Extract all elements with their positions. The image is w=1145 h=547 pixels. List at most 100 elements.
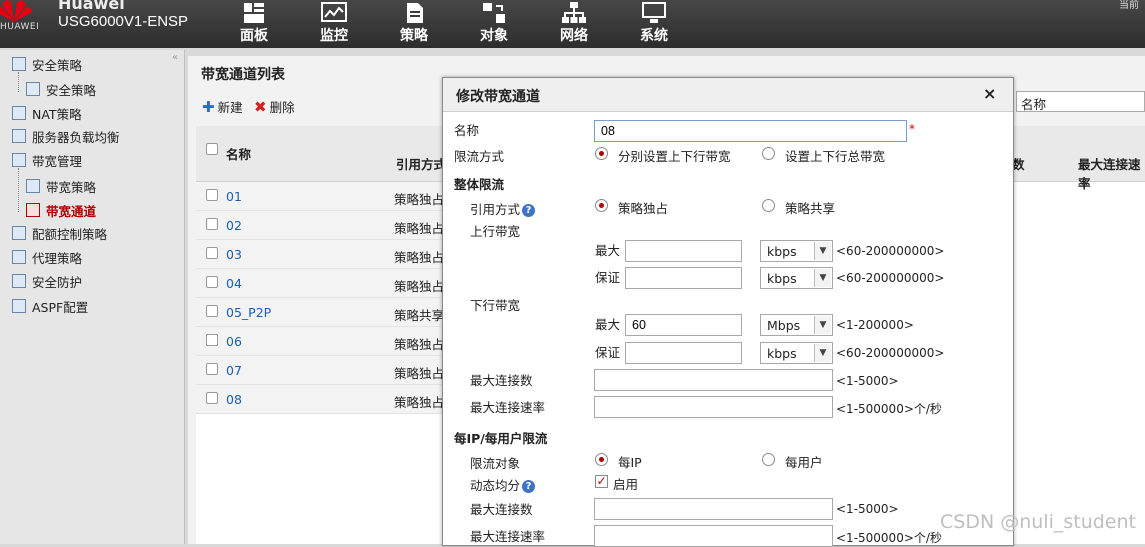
top-right-text[interactable]: 当前 — [1119, 0, 1139, 11]
target-per-ip-label[interactable]: 每IP — [618, 452, 642, 471]
select-all-checkbox[interactable] — [206, 143, 218, 155]
collapse-sidebar-icon[interactable]: « — [172, 52, 178, 63]
up-guarantee-hint: <60-200000000> — [836, 271, 945, 285]
up-max-unit-select[interactable]: kbps ▼ — [760, 240, 833, 262]
sidebar-item-nat[interactable]: NAT策略 — [12, 103, 82, 123]
row-name-link[interactable]: 06 — [226, 334, 242, 349]
row-checkbox[interactable] — [206, 363, 218, 375]
down-max-unit-select[interactable]: Mbps ▼ — [760, 314, 833, 336]
nav-object[interactable]: 对象 — [464, 0, 524, 48]
nav-label: 监控 — [320, 28, 348, 44]
row-checkbox[interactable] — [206, 218, 218, 230]
nav-label: 策略 — [400, 28, 428, 44]
row-checkbox[interactable] — [206, 334, 218, 346]
table-row[interactable]: 08 策略独占 — [196, 385, 446, 414]
table-row[interactable]: 02 策略独占 — [196, 211, 446, 240]
ref-exclusive-radio[interactable] — [595, 199, 608, 212]
target-per-user-label[interactable]: 每用户 — [785, 452, 823, 471]
name-input[interactable] — [594, 120, 907, 142]
column-header-ref[interactable]: 引用方式 — [396, 154, 446, 173]
limit-mode-total-radio[interactable] — [762, 147, 775, 160]
target-per-user-radio[interactable] — [762, 453, 775, 466]
sidebar-item-bandwidth-channel[interactable]: 带宽通道 — [26, 200, 96, 220]
column-header-max-rate[interactable]: 最大连接速率 — [1078, 154, 1145, 192]
up-guarantee-label: 保证 — [595, 270, 621, 285]
row-name-link[interactable]: 05_P2P — [226, 305, 271, 320]
sidebar-item-slb[interactable]: 服务器负载均衡 — [12, 126, 120, 146]
row-name-link[interactable]: 08 — [226, 392, 242, 407]
limit-mode-total-label[interactable]: 设置上下行总带宽 — [785, 146, 885, 165]
per-max-rate-hint: <1-500000>个/秒 — [836, 531, 942, 545]
search-field-select[interactable]: 名称 — [1016, 91, 1145, 112]
top-bar: HUAWEI Huawei USG6000V1-ENSP 面板 监控 策略 对象 — [0, 0, 1145, 48]
dialog-title: 修改带宽通道 — [456, 89, 540, 105]
ref-exclusive-label[interactable]: 策略独占 — [618, 198, 668, 217]
nav-network[interactable]: 网络 — [544, 0, 604, 48]
sidebar-item-bandwidth[interactable]: 带宽管理 — [12, 150, 82, 170]
up-guarantee-unit-select[interactable]: kbps ▼ — [760, 267, 833, 289]
overall-section-title: 整体限流 — [454, 177, 505, 192]
down-guarantee-label: 保证 — [595, 345, 621, 360]
sidebar-item-aspf[interactable]: ASPF配置 — [12, 296, 88, 316]
sidebar-item-security-policy-sub[interactable]: 安全策略 — [26, 79, 96, 99]
sidebar-item-security-policy[interactable]: 安全策略 — [12, 54, 82, 74]
sidebar-item-security-protection[interactable]: 安全防护 — [12, 271, 82, 291]
tree-line — [18, 168, 19, 212]
nav-dashboard[interactable]: 面板 — [224, 0, 284, 48]
dashboard-icon — [244, 3, 264, 23]
up-max-unit-value: kbps — [767, 244, 797, 259]
table-row[interactable]: 01 策略独占 — [196, 182, 446, 211]
max-rate-input[interactable] — [594, 396, 833, 418]
dynamic-share-checkbox[interactable]: ✓ — [595, 475, 608, 488]
sidebar-item-quota[interactable]: 配额控制策略 — [12, 223, 107, 243]
down-guarantee-unit-select[interactable]: kbps ▼ — [760, 342, 833, 364]
help-icon[interactable]: ? — [522, 480, 536, 493]
row-ref: 策略独占 — [394, 250, 445, 265]
table-row[interactable]: 04 策略独占 — [196, 269, 446, 298]
nav-monitor[interactable]: 监控 — [304, 0, 364, 48]
new-button[interactable]: ✚ 新建 — [202, 97, 243, 116]
row-checkbox[interactable] — [206, 276, 218, 288]
down-max-hint: <1-200000> — [836, 318, 914, 332]
row-name-link[interactable]: 02 — [226, 218, 242, 233]
row-checkbox[interactable] — [206, 189, 218, 201]
nav-policy[interactable]: 策略 — [384, 0, 444, 48]
network-icon — [562, 2, 586, 23]
max-conn-input[interactable] — [594, 369, 833, 391]
per-ip-section-title: 每IP/每用户限流 — [454, 431, 548, 446]
logo-text: HUAWEI — [0, 22, 40, 32]
table-row[interactable]: 05_P2P 策略共享 — [196, 298, 446, 327]
row-name-link[interactable]: 01 — [226, 189, 242, 204]
object-icon — [483, 3, 505, 23]
row-name-link[interactable]: 03 — [226, 247, 242, 262]
page-title: 带宽通道列表 — [201, 67, 285, 83]
column-header-name[interactable]: 名称 — [226, 144, 251, 163]
row-name-link[interactable]: 04 — [226, 276, 242, 291]
sidebar-item-bandwidth-policy[interactable]: 带宽策略 — [26, 176, 96, 196]
ref-shared-label[interactable]: 策略共享 — [785, 198, 835, 217]
target-per-ip-radio[interactable] — [595, 453, 608, 466]
dialog-title-bar[interactable]: 修改带宽通道 × — [443, 78, 1013, 112]
close-icon[interactable]: × — [983, 84, 996, 103]
row-name-link[interactable]: 07 — [226, 363, 242, 378]
dynamic-share-enable-label[interactable]: 启用 — [613, 474, 638, 493]
nav-system[interactable]: 系统 — [624, 0, 684, 48]
table-row[interactable]: 06 策略独占 — [196, 327, 446, 356]
row-checkbox[interactable] — [206, 305, 218, 317]
up-max-input[interactable] — [625, 240, 742, 262]
down-guarantee-input[interactable] — [625, 342, 742, 364]
up-guarantee-input[interactable] — [625, 267, 742, 289]
row-checkbox[interactable] — [206, 247, 218, 259]
row-ref: 策略独占 — [394, 192, 445, 207]
delete-button[interactable]: ✖ 删除 — [254, 97, 295, 116]
ref-shared-radio[interactable] — [762, 199, 775, 212]
table-row[interactable]: 07 策略独占 — [196, 356, 446, 385]
sidebar-item-proxy[interactable]: 代理策略 — [12, 247, 82, 267]
down-max-input[interactable] — [625, 314, 742, 336]
table-row[interactable]: 03 策略独占 — [196, 240, 446, 269]
per-max-conn-input[interactable] — [594, 498, 833, 520]
limit-mode-separate-radio[interactable] — [595, 147, 608, 160]
help-icon[interactable]: ? — [522, 204, 536, 217]
row-checkbox[interactable] — [206, 392, 218, 404]
limit-mode-separate-label[interactable]: 分别设置上下行带宽 — [618, 146, 731, 165]
